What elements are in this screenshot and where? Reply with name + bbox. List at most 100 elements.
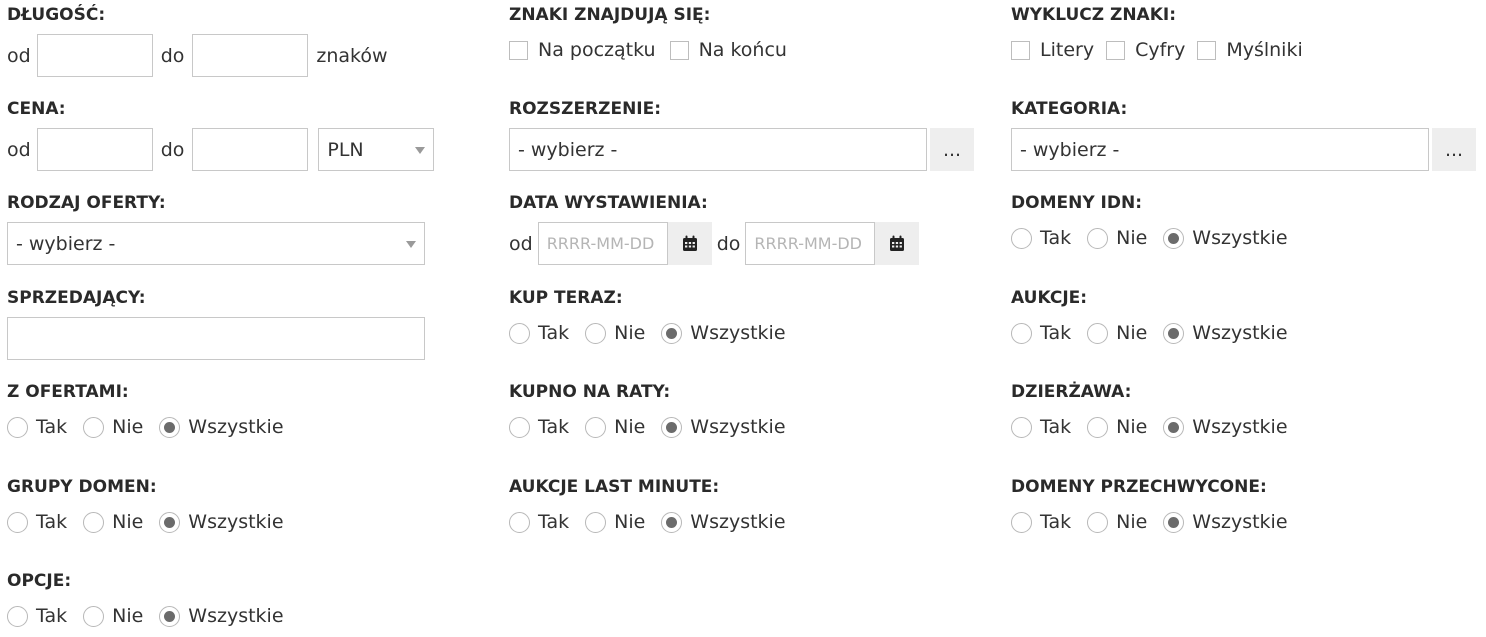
domain-groups-all-radio[interactable] [159,511,181,533]
radio-label-yes: Tak [1040,416,1072,438]
at-start-label: Na początku [538,39,656,61]
currency-value: PLN [327,138,364,161]
radio-label-all: Wszystkie [690,511,786,533]
radio-label-all: Wszystkie [188,416,284,438]
chevron-down-icon [406,241,416,248]
radio-label-no: Nie [112,511,144,533]
last-minute-all-radio[interactable] [661,511,683,533]
length-from-input[interactable] [36,34,153,77]
length-to-input[interactable] [192,34,309,77]
radio-label-no: Nie [112,416,144,438]
intercepted-yes-radio[interactable] [1011,511,1032,533]
seller-input[interactable] [7,317,425,360]
radio-label-yes: Tak [36,511,68,533]
auctions-all-radio[interactable] [1163,322,1185,344]
with-offers-label: Z OFERTAMI: [7,382,129,402]
installments-no-radio[interactable] [585,416,607,438]
hyphens-checkbox[interactable] [1197,40,1217,60]
category-more-button[interactable]: ... [1432,128,1476,171]
length-unit: znaków [316,44,388,67]
currency-select[interactable]: PLN [318,128,435,171]
domain-groups-no-radio[interactable] [83,511,105,533]
auctions-no-radio[interactable] [1087,322,1109,344]
radio-label-all: Wszystkie [1192,416,1288,438]
length-from-text: od [7,44,31,67]
price-to-input[interactable] [192,128,309,171]
installments-label: KUPNO NA RATY: [509,382,671,402]
at-start-checkbox[interactable] [509,40,528,60]
date-to-input[interactable]: RRRR-MM-DD [745,222,876,265]
chars-position-label: ZNAKI ZNAJDUJĄ SIĘ: [509,5,711,25]
intercepted-no-radio[interactable] [1087,511,1109,533]
with-offers-all-radio[interactable] [159,416,181,438]
radio-label-no: Nie [1116,416,1148,438]
letters-label: Litery [1040,39,1095,61]
date-from-calendar-button[interactable] [667,222,712,265]
radio-label-no: Nie [614,511,646,533]
date-from-text: od [509,232,533,255]
price-from-input[interactable] [36,128,153,171]
last-minute-no-radio[interactable] [585,511,607,533]
intercepted-all-radio[interactable] [1163,511,1185,533]
with-offers-no-radio[interactable] [83,416,105,438]
radio-label-no: Nie [1116,511,1148,533]
options-no-radio[interactable] [83,605,105,627]
date-from-input[interactable]: RRRR-MM-DD [537,222,668,265]
domain-groups-label: GRUPY DOMEN: [7,477,157,497]
length-label: DŁUGOŚĆ: [7,5,106,25]
offer-type-select[interactable]: - wybierz - [7,222,425,265]
date-to-text: do [716,232,741,255]
buy-now-no-radio[interactable] [585,322,607,344]
auctions-label: AUKCJE: [1011,288,1088,308]
domain-groups-yes-radio[interactable] [7,511,28,533]
options-all-radio[interactable] [159,605,181,627]
price-to-text: do [160,138,185,161]
with-offers-yes-radio[interactable] [7,416,28,438]
auctions-yes-radio[interactable] [1011,322,1032,344]
category-label: KATEGORIA: [1011,99,1128,119]
seller-label: SPRZEDAJĄCY: [7,288,146,308]
price-from-text: od [7,138,31,161]
extension-label: ROZSZERZENIE: [509,99,662,119]
radio-label-yes: Tak [36,416,68,438]
radio-label-all: Wszystkie [188,605,284,627]
radio-label-yes: Tak [1040,322,1072,344]
digits-checkbox[interactable] [1106,40,1126,60]
lease-all-radio[interactable] [1163,416,1185,438]
buy-now-yes-radio[interactable] [509,322,530,344]
date-to-calendar-button[interactable] [875,222,920,265]
radio-label-yes: Tak [538,416,570,438]
lease-yes-radio[interactable] [1011,416,1032,438]
radio-label-all: Wszystkie [690,416,786,438]
intercepted-domains-label: DOMENY PRZECHWYCONE: [1011,477,1267,497]
buy-now-all-radio[interactable] [661,322,683,344]
extension-select[interactable]: - wybierz - [509,128,927,171]
letters-checkbox[interactable] [1011,40,1030,60]
idn-all-radio[interactable] [1163,227,1185,249]
idn-yes-radio[interactable] [1011,227,1032,249]
offer-type-value: - wybierz - [16,232,116,255]
radio-label-no: Nie [1116,322,1148,344]
radio-label-all: Wszystkie [1192,227,1288,249]
radio-label-all: Wszystkie [690,322,786,344]
options-label: OPCJE: [7,571,72,591]
installments-all-radio[interactable] [661,416,683,438]
radio-label-no: Nie [614,416,646,438]
calendar-icon [682,235,697,251]
buy-now-label: KUP TERAZ: [509,288,623,308]
length-to-text: do [160,44,185,67]
lease-no-radio[interactable] [1087,416,1109,438]
radio-label-yes: Tak [538,511,570,533]
date-from-placeholder: RRRR-MM-DD [546,234,655,253]
calendar-icon [890,235,905,251]
category-select[interactable]: - wybierz - [1011,128,1429,171]
last-minute-yes-radio[interactable] [509,511,530,533]
installments-yes-radio[interactable] [509,416,530,438]
at-end-checkbox[interactable] [669,40,689,60]
extension-more-button[interactable]: ... [930,128,974,171]
category-value: - wybierz - [1020,138,1120,161]
exclude-chars-label: WYKLUCZ ZNAKI: [1011,5,1176,25]
idn-no-radio[interactable] [1087,227,1109,249]
options-yes-radio[interactable] [7,605,28,627]
last-minute-label: AUKCJE LAST MINUTE: [509,477,720,497]
